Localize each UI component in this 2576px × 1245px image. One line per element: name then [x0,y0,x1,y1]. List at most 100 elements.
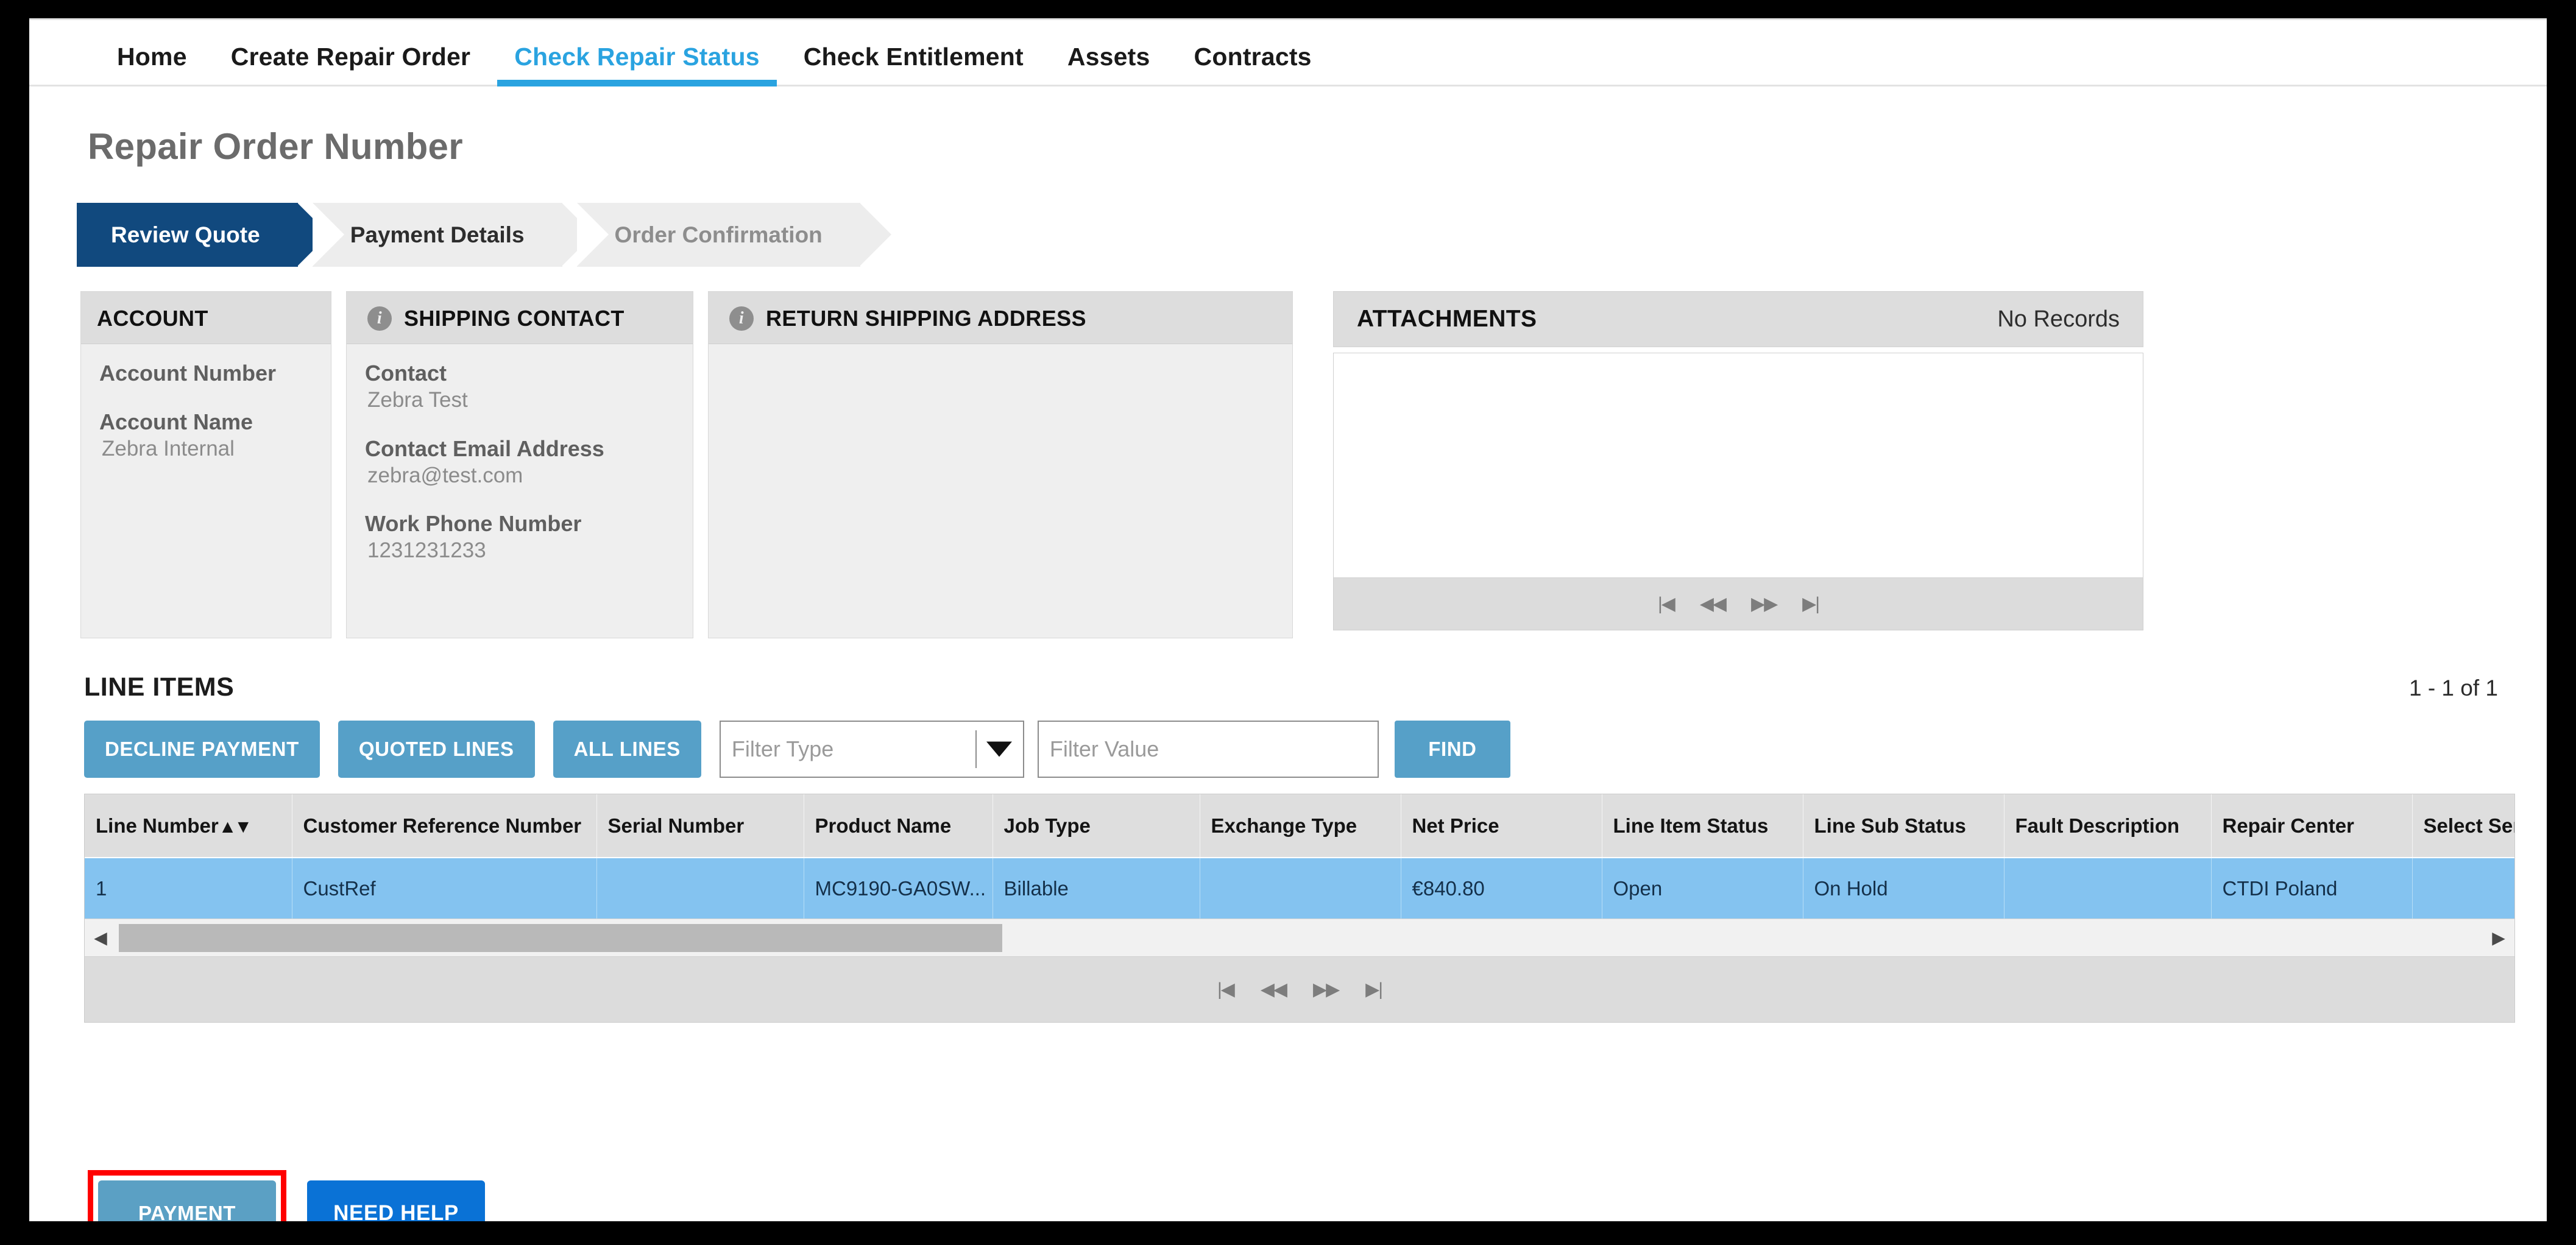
line-items-record-count: 1 - 1 of 1 [2408,675,2498,700]
field-contact: Contact Zebra Test [365,360,674,414]
first-page-icon[interactable]: |◀ [1658,594,1675,613]
shipping-contact-card-header: i SHIPPING CONTACT [347,292,693,344]
return-shipping-address-card: i RETURN SHIPPING ADDRESS [708,291,1293,638]
page-title: Repair Order Number [88,126,463,167]
cell-line-item-status: Open [1602,858,1803,919]
footer-actions: PAYMENT NEED HELP [88,1170,2547,1221]
column-header-serial-number[interactable]: Serial Number [596,794,804,858]
field-label: Contact Email Address [365,436,604,461]
all-lines-button[interactable]: ALL LINES [553,721,701,778]
cell-repair-center: CTDI Poland [2211,858,2413,919]
nav-item-check-entitlement[interactable]: Check Entitlement [782,43,1046,85]
wizard-step-order-confirmation[interactable]: Order Confirmation [576,203,891,267]
field-label: Contact [365,361,447,386]
field-value: Zebra Internal [102,436,235,460]
nav-item-check-repair-status[interactable]: Check Repair Status [492,43,782,86]
cell-line-sub-status: On Hold [1803,858,2005,919]
column-header-customer-reference-number[interactable]: Customer Reference Number [292,794,597,858]
attachments-header: ATTACHMENTS No Records [1333,291,2143,347]
nav-item-contracts[interactable]: Contracts [1172,43,1334,85]
field-label: Work Phone Number [365,511,582,537]
horizontal-scrollbar[interactable]: ◀ ▶ [85,919,2514,956]
filter-type-placeholder: Filter Type [731,736,834,761]
nav-item-create-repair-order[interactable]: Create Repair Order [209,43,492,85]
next-page-icon[interactable]: ▶▶ [1751,594,1778,613]
column-header-line-item-status[interactable]: Line Item Status [1602,794,1803,858]
column-header-product-name[interactable]: Product Name [804,794,993,858]
field-value: 1231231233 [367,538,486,563]
first-page-icon[interactable]: |◀ [1217,980,1235,999]
attachments-panel: ATTACHMENTS No Records |◀ ◀◀ ▶▶ ▶| [1333,291,2143,630]
scrollbar-track[interactable] [116,921,2483,954]
find-button[interactable]: FIND [1394,721,1510,778]
attachments-list [1333,353,2143,578]
column-header-line-number[interactable]: Line Number▲▼ [85,794,292,858]
field-contact-email-address: Contact Email Address zebra@test.com [365,436,674,489]
info-icon[interactable]: i [367,306,392,331]
app-window: Home Create Repair Order Check Repair St… [29,18,2547,1221]
line-items-title: LINE ITEMS [84,672,235,702]
previous-page-icon[interactable]: ◀◀ [1261,980,1287,999]
next-page-icon[interactable]: ▶▶ [1313,980,1340,999]
chevron-notch [576,203,609,266]
shipping-contact-card: i SHIPPING CONTACT Contact Zebra Test Co… [346,291,693,638]
filter-value-input[interactable]: Filter Value [1037,721,1379,778]
shipping-contact-card-title: SHIPPING CONTACT [404,305,625,331]
nav-item-home[interactable]: Home [95,43,209,85]
cell-line-number: 1 [85,858,292,919]
cell-net-price: €840.80 [1401,858,1602,919]
field-work-phone-number: Work Phone Number 1231231233 [365,510,674,564]
account-card: ACCOUNT Account Number Account Name Zebr… [80,291,331,638]
column-header-job-type[interactable]: Job Type [993,794,1200,858]
select-divider [975,730,977,768]
account-card-header: ACCOUNT [81,292,331,344]
field-label: Account Name [99,409,253,434]
column-header-exchange-type[interactable]: Exchange Type [1200,794,1401,858]
cell-fault-description [2004,858,2212,919]
field-label: Account Number [99,361,277,386]
scroll-right-icon[interactable]: ▶ [2483,928,2514,948]
line-items-toolbar: DECLINE PAYMENT QUOTED LINES ALL LINES F… [84,721,2547,778]
filter-value-placeholder: Filter Value [1049,736,1159,761]
cell-select-service [2412,858,2514,919]
nav-item-assets[interactable]: Assets [1046,43,1172,85]
account-card-title: ACCOUNT [97,305,208,331]
decline-payment-button[interactable]: DECLINE PAYMENT [84,721,320,778]
wizard-step-review-quote[interactable]: Review Quote [77,203,329,267]
table-row[interactable]: 1 CustRef MC9190-GA0SW... Billable €840.… [85,858,2514,919]
cell-product-name: MC9190-GA0SW... [804,858,993,919]
scroll-left-icon[interactable]: ◀ [85,928,116,948]
payment-button[interactable]: PAYMENT [98,1180,276,1221]
main-navigation: Home Create Repair Order Check Repair St… [29,18,2547,86]
attachments-status: No Records [1997,306,2120,332]
summary-cards-row: ACCOUNT Account Number Account Name Zebr… [80,291,2547,638]
info-icon[interactable]: i [729,306,754,331]
account-card-body: Account Number Account Name Zebra Intern… [81,344,331,481]
quoted-lines-button[interactable]: QUOTED LINES [338,721,535,778]
wizard-step-payment-details[interactable]: Payment Details [312,203,593,267]
shipping-contact-card-body: Contact Zebra Test Contact Email Address… [347,344,693,582]
need-help-button[interactable]: NEED HELP [307,1180,485,1221]
chevron-shape [859,203,891,266]
previous-page-icon[interactable]: ◀◀ [1700,594,1727,613]
column-header-net-price[interactable]: Net Price [1401,794,1602,858]
return-shipping-address-card-title: RETURN SHIPPING ADDRESS [766,305,1086,331]
chevron-down-icon[interactable] [986,741,1012,757]
line-items-pager: |◀ ◀◀ ▶▶ ▶| [85,956,2514,1022]
cell-serial-number [596,858,804,919]
column-header-fault-description[interactable]: Fault Description [2004,794,2212,858]
scrollbar-thumb[interactable] [119,923,1002,952]
column-header-select-service[interactable]: Select Service [2412,794,2514,858]
column-header-line-sub-status[interactable]: Line Sub Status [1803,794,2005,858]
column-header-repair-center[interactable]: Repair Center [2211,794,2413,858]
filter-type-select[interactable]: Filter Type [719,721,1024,778]
chevron-notch [312,203,344,266]
last-page-icon[interactable]: ▶| [1365,980,1383,999]
wizard-steps: Review Quote Payment Details Order Confi… [77,203,2547,267]
return-shipping-address-card-body [709,344,1292,378]
sort-indicator-icon[interactable]: ▲▼ [219,817,252,837]
line-items-header: LINE ITEMS 1 - 1 of 1 [84,672,2498,702]
last-page-icon[interactable]: ▶| [1802,594,1820,613]
line-items-table: Line Number▲▼ Customer Reference Number … [85,794,2514,919]
table-header-row: Line Number▲▼ Customer Reference Number … [85,794,2514,858]
